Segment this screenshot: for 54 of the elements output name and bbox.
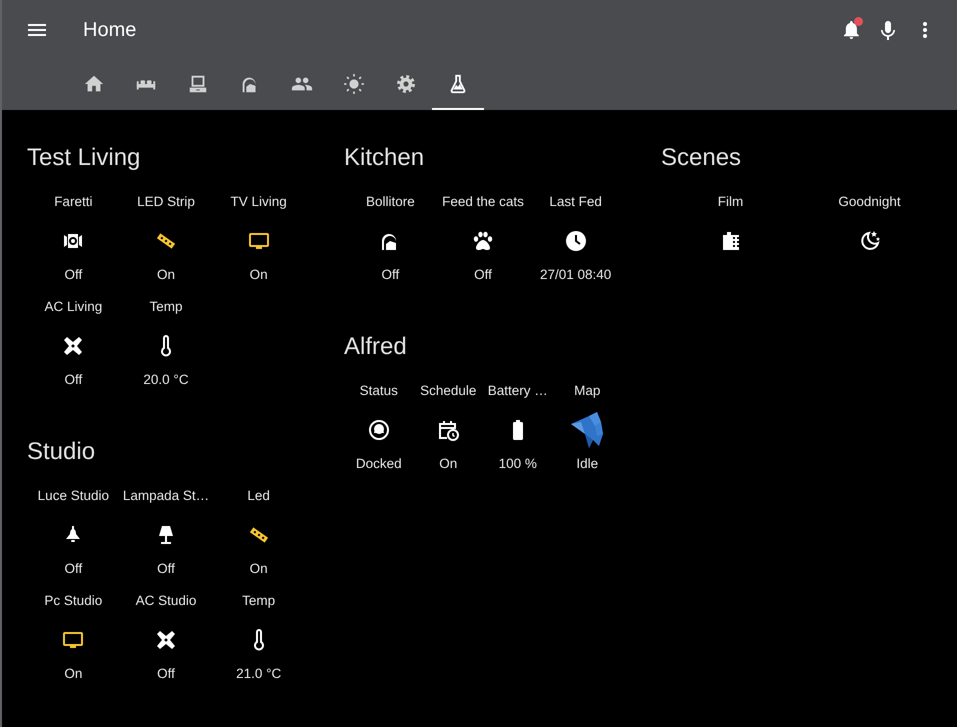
entity-name: Pc Studio bbox=[44, 592, 102, 610]
bell-icon[interactable] bbox=[844, 21, 859, 39]
entity-name: Temp bbox=[149, 298, 182, 316]
card-title: Studio bbox=[27, 437, 96, 467]
entity-state: On bbox=[156, 266, 175, 284]
card-title: Test Living bbox=[27, 143, 142, 173]
entity-state: Off bbox=[157, 560, 175, 578]
microphone-icon[interactable] bbox=[881, 20, 895, 40]
more-icon[interactable] bbox=[923, 22, 927, 38]
entity-state: 100 % bbox=[498, 455, 537, 473]
clock-icon[interactable] bbox=[564, 229, 588, 253]
entity-name: AC Living bbox=[44, 298, 102, 316]
entity-name: Last Fed bbox=[549, 193, 602, 211]
menu-icon[interactable] bbox=[28, 24, 46, 36]
robot-vacuum-icon[interactable] bbox=[366, 418, 391, 442]
entity-state: Off bbox=[381, 266, 400, 284]
card-title: Alfred bbox=[344, 332, 408, 362]
entity-name: AC Studio bbox=[136, 592, 196, 610]
entity-name: Status bbox=[360, 382, 398, 400]
entity-name: Map bbox=[574, 382, 600, 400]
card-title: Kitchen bbox=[344, 143, 426, 173]
entity-name: LED Strip bbox=[137, 193, 195, 211]
entity-state: Off bbox=[157, 665, 175, 683]
entity-name: Lampada St… bbox=[122, 487, 210, 505]
entity-name: Goodnight bbox=[838, 193, 901, 211]
entity-state: Docked bbox=[356, 455, 402, 473]
entity-name: Schedule bbox=[420, 382, 476, 400]
entity-state: 21.0 °C bbox=[236, 665, 282, 683]
calendar-clock-icon[interactable] bbox=[436, 418, 460, 442]
entity-name: Film bbox=[718, 193, 744, 211]
entity-name: Faretti bbox=[54, 193, 92, 211]
entity-state: On bbox=[439, 455, 458, 473]
entity-name: Battery … bbox=[488, 382, 548, 400]
entity-state: On bbox=[250, 266, 268, 284]
entity-name: Luce Studio bbox=[38, 487, 109, 505]
page-title: Home bbox=[83, 18, 136, 42]
entity-name: Feed the cats bbox=[442, 193, 524, 211]
entity-state: 27/01 08:40 bbox=[540, 266, 612, 284]
computer-icon bbox=[187, 73, 209, 95]
entity-state: Idle bbox=[576, 455, 598, 473]
entity-state: Off bbox=[474, 266, 492, 284]
entity-name: TV Living bbox=[230, 193, 287, 211]
entity-name: Bollitore bbox=[366, 193, 415, 211]
entity-name: Led bbox=[247, 487, 270, 505]
entity-state: Off bbox=[64, 266, 82, 284]
settings-icon bbox=[395, 73, 417, 95]
entity-state: 20.0 °C bbox=[143, 371, 189, 389]
entity-state: Off bbox=[64, 560, 82, 578]
entity-state: On bbox=[250, 560, 268, 578]
sun-icon bbox=[343, 73, 365, 95]
entity-state: Off bbox=[64, 371, 82, 389]
entity-state: On bbox=[64, 665, 82, 683]
entity-name: Temp bbox=[242, 592, 276, 610]
card-title: Scenes bbox=[661, 143, 742, 173]
